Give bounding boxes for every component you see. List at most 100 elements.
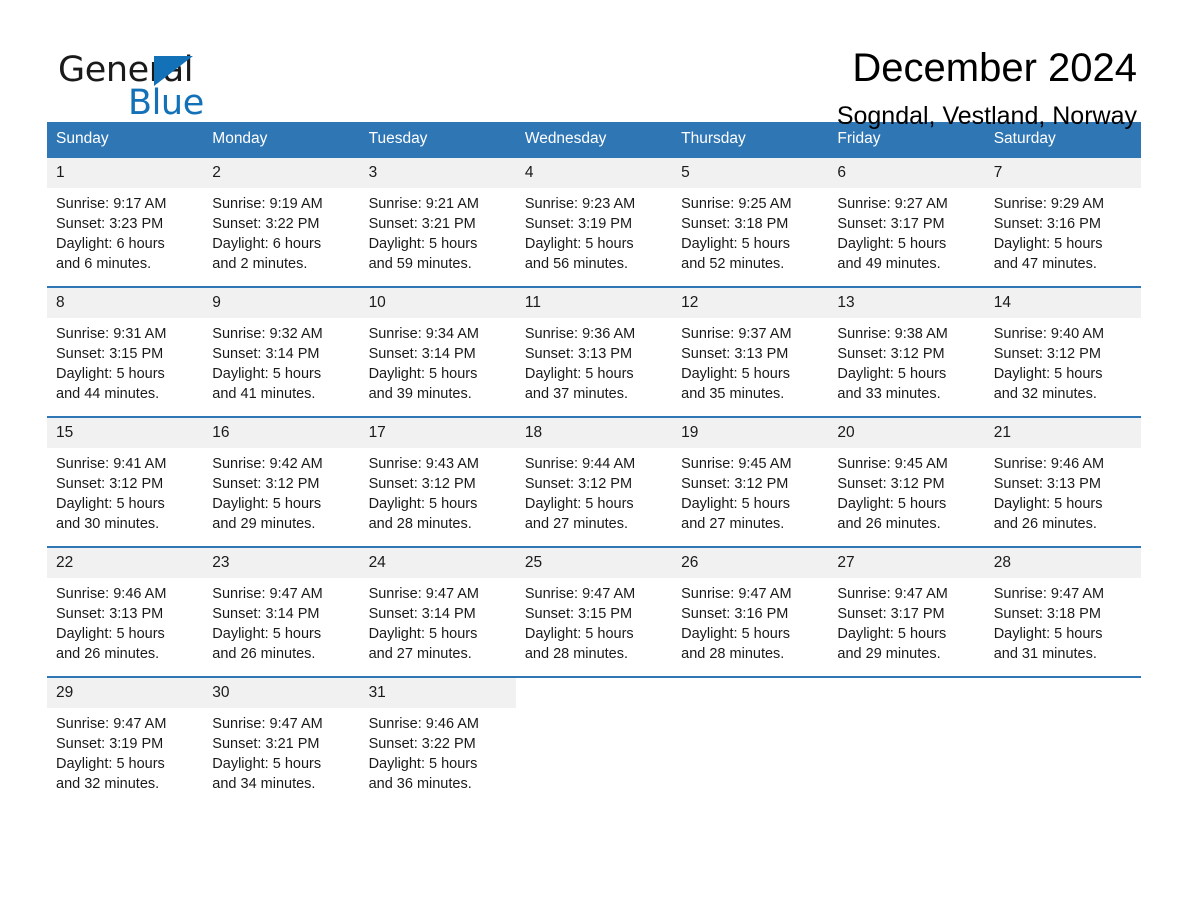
sunrise-text: Sunrise: 9:47 AM [368,586,479,602]
generalblue-logo[interactable]: General Blue [58,44,218,122]
day-number[interactable]: 10 [360,288,516,318]
day-number[interactable]: 28 [985,548,1141,578]
daylight-text-line1: Daylight: 5 hours [993,236,1103,252]
day-number-empty [672,678,829,708]
day-number[interactable]: 2 [203,158,359,188]
day-detail-row: Sunrise: 9:41 AM Sunset: 3:12 PM Dayligh… [47,448,1141,546]
page-header: General Blue December 2024 Sogndal, Vest… [47,0,1141,130]
weekday-header-row: Sunday Monday Tuesday Wednesday Thursday… [47,122,1141,156]
daylight-text-line1: Daylight: 5 hours [837,496,947,512]
day-number[interactable]: 7 [985,158,1141,188]
day-number[interactable]: 25 [516,548,672,578]
daylight-text-line2: and 27 minutes. [524,516,629,532]
sunset-text: Sunset: 3:14 PM [212,606,320,622]
daylight-text-line2: and 30 minutes. [56,516,160,532]
day-cell: Sunrise: 9:32 AM Sunset: 3:14 PM Dayligh… [203,318,359,416]
day-number[interactable]: 30 [203,678,359,708]
daylight-text-line1: Daylight: 5 hours [993,496,1103,512]
daylight-text-line2: and 28 minutes. [524,646,629,662]
day-cell-empty [515,708,673,806]
daylight-text-line1: Daylight: 5 hours [993,366,1103,382]
day-number[interactable]: 3 [360,158,516,188]
day-number[interactable]: 18 [516,418,672,448]
day-cell: Sunrise: 9:47 AM Sunset: 3:16 PM Dayligh… [672,578,828,676]
daylight-text-line1: Daylight: 5 hours [212,366,322,382]
day-number[interactable]: 13 [828,288,984,318]
day-number[interactable]: 1 [47,158,203,188]
sunrise-text: Sunrise: 9:32 AM [212,326,323,342]
sunrise-text: Sunrise: 9:44 AM [524,456,636,472]
daylight-text-line2: and 36 minutes. [368,776,472,792]
day-number[interactable]: 5 [672,158,828,188]
day-number[interactable]: 19 [672,418,828,448]
day-cell: Sunrise: 9:37 AM Sunset: 3:13 PM Dayligh… [672,318,828,416]
day-cell-empty [672,708,829,806]
weekday-header-thursday: Thursday [681,130,746,147]
weekday-header-wednesday: Wednesday [524,130,607,147]
sunrise-text: Sunrise: 9:31 AM [56,326,167,342]
day-number[interactable]: 26 [672,548,828,578]
sunset-text: Sunset: 3:12 PM [681,476,789,492]
daylight-text-line1: Daylight: 5 hours [681,366,790,382]
sunset-text: Sunset: 3:18 PM [993,606,1101,622]
daylight-text-line2: and 6 minutes. [56,256,152,272]
day-cell: Sunrise: 9:42 AM Sunset: 3:12 PM Dayligh… [203,448,359,546]
daylight-text-line1: Daylight: 5 hours [837,236,947,252]
day-cell: Sunrise: 9:19 AM Sunset: 3:22 PM Dayligh… [203,188,359,286]
daylight-text-line2: and 32 minutes. [993,386,1097,402]
day-number[interactable]: 31 [360,678,516,708]
day-cell: Sunrise: 9:31 AM Sunset: 3:15 PM Dayligh… [47,318,203,416]
day-number[interactable]: 29 [47,678,203,708]
day-number[interactable]: 17 [360,418,516,448]
daylight-text-line2: and 26 minutes. [212,646,316,662]
daylight-text-line1: Daylight: 5 hours [212,756,322,772]
day-cell: Sunrise: 9:23 AM Sunset: 3:19 PM Dayligh… [516,188,672,286]
day-number[interactable]: 22 [47,548,203,578]
daylight-text-line2: and 31 minutes. [993,646,1097,662]
day-cell-empty [828,708,985,806]
day-number[interactable]: 23 [203,548,359,578]
weekday-header-friday: Friday [837,130,881,147]
sunrise-text: Sunrise: 9:47 AM [56,716,167,732]
sunrise-text: Sunrise: 9:23 AM [524,196,636,212]
day-number-row: 8 9 10 11 12 13 14 [47,288,1141,318]
sunset-text: Sunset: 3:22 PM [212,216,320,232]
day-number[interactable]: 20 [828,418,984,448]
day-number[interactable]: 8 [47,288,203,318]
daylight-text-line1: Daylight: 5 hours [368,366,478,382]
sunrise-text: Sunrise: 9:47 AM [524,586,636,602]
day-cell: Sunrise: 9:47 AM Sunset: 3:18 PM Dayligh… [985,578,1141,676]
sunset-text: Sunset: 3:13 PM [993,476,1101,492]
daylight-text-line2: and 39 minutes. [368,386,472,402]
sunrise-text: Sunrise: 9:38 AM [837,326,948,342]
day-number[interactable]: 4 [516,158,672,188]
day-number[interactable]: 24 [360,548,516,578]
daylight-text-line2: and 34 minutes. [212,776,316,792]
day-number[interactable]: 27 [828,548,984,578]
calendar-week-row: 1 2 3 4 5 6 7 Sunrise: 9:17 AM Sunset: 3… [47,156,1141,286]
day-number[interactable]: 15 [47,418,203,448]
daylight-text-line2: and 49 minutes. [837,256,941,272]
daylight-text-line1: Daylight: 5 hours [681,626,790,642]
sunset-text: Sunset: 3:12 PM [368,476,476,492]
page-title: December 2024 [852,46,1137,90]
day-number-empty [828,678,985,708]
day-number[interactable]: 6 [828,158,984,188]
sunrise-text: Sunrise: 9:47 AM [212,716,323,732]
calendar-week-row: 29 30 31 Sunrise: 9:47 AM Sunset: 3:19 P… [47,676,1141,806]
daylight-text-line2: and 26 minutes. [56,646,160,662]
day-number[interactable]: 12 [672,288,828,318]
sunrise-text: Sunrise: 9:34 AM [368,326,479,342]
sunrise-text: Sunrise: 9:17 AM [56,196,167,212]
day-number[interactable]: 11 [516,288,672,318]
daylight-text-line2: and 47 minutes. [993,256,1097,272]
day-cell: Sunrise: 9:29 AM Sunset: 3:16 PM Dayligh… [985,188,1141,286]
sunset-text: Sunset: 3:16 PM [681,606,789,622]
day-number[interactable]: 14 [985,288,1141,318]
day-number[interactable]: 21 [985,418,1141,448]
day-number-row: 15 16 17 18 19 20 21 [47,418,1141,448]
sunrise-text: Sunrise: 9:47 AM [681,586,792,602]
day-number[interactable]: 9 [203,288,359,318]
sunset-text: Sunset: 3:15 PM [524,606,633,622]
day-number[interactable]: 16 [203,418,359,448]
